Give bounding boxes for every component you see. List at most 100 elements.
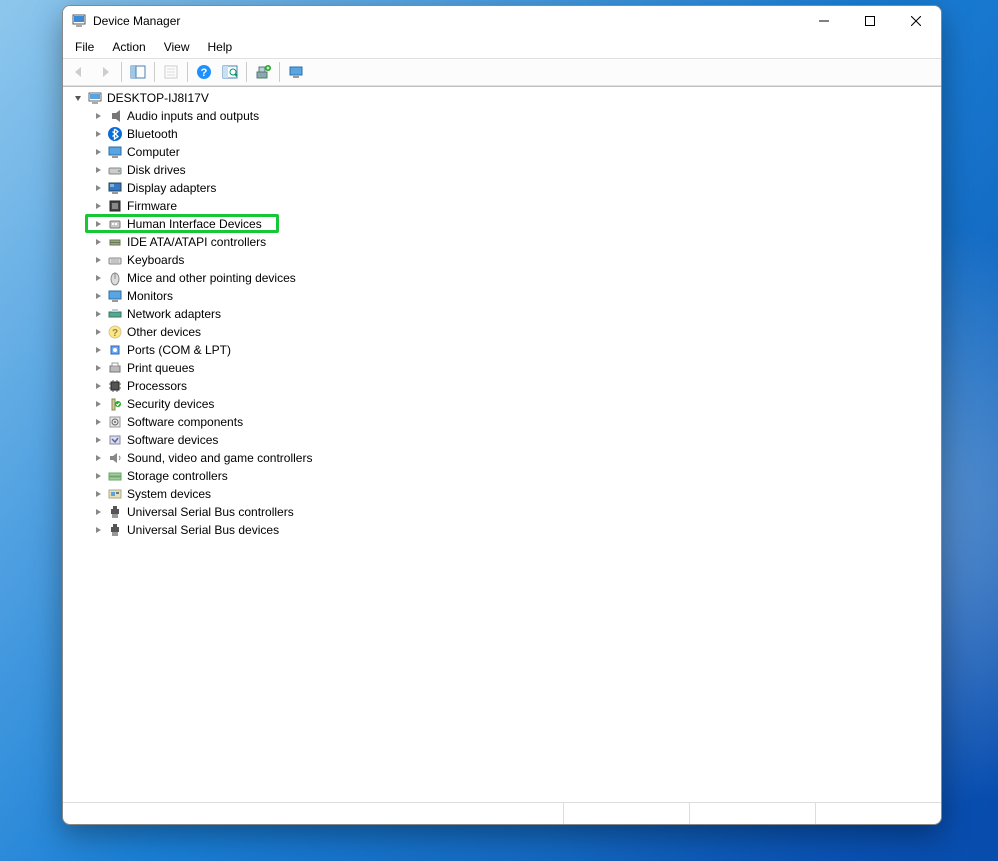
tree-category-label: System devices [125,487,213,501]
tree-category-node[interactable]: Monitors [89,287,941,305]
devices-button[interactable] [284,60,308,84]
port-icon [107,342,123,358]
computer-icon [87,90,103,106]
expand-icon[interactable] [91,325,105,339]
expand-icon[interactable] [91,253,105,267]
tree-category-node[interactable]: Firmware [89,197,941,215]
menu-action[interactable]: Action [104,38,153,56]
titlebar[interactable]: Device Manager [63,6,941,36]
system-icon [107,486,123,502]
properties-button[interactable] [159,60,183,84]
tree-category-node[interactable]: Universal Serial Bus controllers [89,503,941,521]
tree-category-node[interactable]: IDE ATA/ATAPI controllers [89,233,941,251]
expand-icon[interactable] [91,181,105,195]
expand-icon[interactable] [91,343,105,357]
expand-icon[interactable] [91,397,105,411]
software-device-icon [107,432,123,448]
expand-icon[interactable] [91,307,105,321]
expand-icon[interactable] [91,505,105,519]
tree-category-label: Keyboards [125,253,186,267]
expand-icon[interactable] [91,109,105,123]
usb-icon [107,522,123,538]
help-button[interactable]: ? [192,60,216,84]
tree-category-node[interactable]: Universal Serial Bus devices [89,521,941,539]
tree-category-node[interactable]: Software components [89,413,941,431]
device-tree[interactable]: DESKTOP-IJ8I17V Audio inputs and outputs… [63,89,941,539]
tree-category-label: Print queues [125,361,196,375]
expand-icon[interactable] [91,235,105,249]
device-tree-pane[interactable]: DESKTOP-IJ8I17V Audio inputs and outputs… [63,86,941,802]
tree-category-node[interactable]: Computer [89,143,941,161]
tree-root-node[interactable]: DESKTOP-IJ8I17V [69,89,941,107]
tree-category-node[interactable]: Display adapters [89,179,941,197]
expand-icon[interactable] [91,271,105,285]
tree-category-node[interactable]: Network adapters [89,305,941,323]
forward-button[interactable] [93,60,117,84]
tree-category-node[interactable]: Processors [89,377,941,395]
firmware-icon [107,198,123,214]
separator [246,62,247,82]
tree-category-node[interactable]: Human Interface Devices [89,215,941,233]
back-button[interactable] [67,60,91,84]
expand-icon[interactable] [91,433,105,447]
expand-icon[interactable] [91,145,105,159]
tree-category-label: IDE ATA/ATAPI controllers [125,235,268,249]
collapse-icon[interactable] [71,91,85,105]
expand-icon[interactable] [91,469,105,483]
menubar: File Action View Help [63,36,941,58]
expand-icon[interactable] [91,379,105,393]
expand-icon[interactable] [91,487,105,501]
tree-category-label: Software devices [125,433,220,447]
audio-icon [107,108,123,124]
tree-category-node[interactable]: Keyboards [89,251,941,269]
separator [187,62,188,82]
expand-icon[interactable] [91,289,105,303]
separator [154,62,155,82]
tree-category-label: Software components [125,415,245,429]
menu-file[interactable]: File [67,38,102,56]
add-legacy-hardware-button[interactable] [251,60,275,84]
tree-category-node[interactable]: System devices [89,485,941,503]
maximize-button[interactable] [847,6,893,36]
tree-category-label: Display adapters [125,181,218,195]
mouse-icon [107,270,123,286]
scan-hardware-button[interactable] [218,60,242,84]
expand-icon[interactable] [91,199,105,213]
monitor-icon [107,288,123,304]
expand-icon[interactable] [91,361,105,375]
tree-category-node[interactable]: Audio inputs and outputs [89,107,941,125]
tree-category-label: Human Interface Devices [125,217,264,231]
expand-icon[interactable] [91,451,105,465]
tree-category-label: Disk drives [125,163,188,177]
tree-category-node[interactable]: Mice and other pointing devices [89,269,941,287]
tree-root-label: DESKTOP-IJ8I17V [105,91,211,105]
tree-category-node[interactable]: Bluetooth [89,125,941,143]
expand-icon[interactable] [91,415,105,429]
tree-category-node[interactable]: Other devices [89,323,941,341]
tree-category-node[interactable]: Storage controllers [89,467,941,485]
tree-category-label: Security devices [125,397,216,411]
tree-category-label: Universal Serial Bus devices [125,523,281,537]
tree-category-node[interactable]: Sound, video and game controllers [89,449,941,467]
expand-icon[interactable] [91,523,105,537]
printer-icon [107,360,123,376]
expand-icon[interactable] [91,163,105,177]
tree-category-node[interactable]: Ports (COM & LPT) [89,341,941,359]
close-button[interactable] [893,6,939,36]
tree-category-label: Ports (COM & LPT) [125,343,233,357]
tree-category-node[interactable]: Security devices [89,395,941,413]
app-icon [71,13,87,29]
tree-category-node[interactable]: Software devices [89,431,941,449]
expand-icon[interactable] [91,127,105,141]
menu-view[interactable]: View [156,38,198,56]
tree-category-node[interactable]: Print queues [89,359,941,377]
menu-help[interactable]: Help [200,38,241,56]
minimize-button[interactable] [801,6,847,36]
show-hide-console-tree-button[interactable] [126,60,150,84]
tree-category-label: Audio inputs and outputs [125,109,261,123]
expand-icon[interactable] [91,217,105,231]
tree-category-node[interactable]: Disk drives [89,161,941,179]
tree-category-label: Sound, video and game controllers [125,451,314,465]
status-bar [63,802,941,824]
usb-icon [107,504,123,520]
